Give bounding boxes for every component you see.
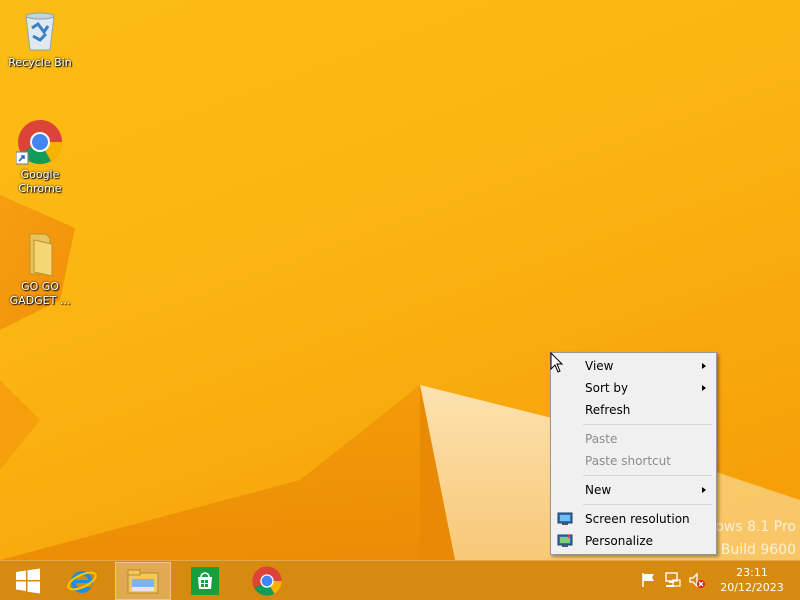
menu-separator (583, 504, 712, 505)
recycle-bin-icon (16, 6, 64, 54)
menu-item-label: Screen resolution (585, 512, 690, 526)
internet-explorer-icon (67, 571, 97, 593)
menu-item-label: Paste (585, 432, 618, 446)
screen-resolution-icon (557, 511, 573, 527)
windows-start-icon (16, 568, 40, 594)
menu-item-label: Personalize (585, 534, 654, 548)
menu-item-screen-resolution[interactable]: Screen resolution (553, 508, 714, 530)
volume-muted-icon[interactable] (688, 571, 706, 589)
menu-item-refresh[interactable]: Refresh (553, 399, 714, 421)
menu-item-label: View (585, 359, 614, 373)
clock-date: 20/12/2023 (720, 581, 784, 594)
desktop-icon-google-chrome[interactable]: Google Chrome (2, 118, 78, 196)
submenu-arrow-icon (702, 363, 706, 369)
personalize-icon (557, 533, 573, 549)
menu-item-sort-by[interactable]: Sort by (553, 377, 714, 399)
desktop-icon-label: Google Chrome (18, 168, 62, 195)
taskbar-chrome[interactable] (239, 562, 295, 600)
menu-item-label: Refresh (585, 403, 631, 417)
taskbar-internet-explorer[interactable] (54, 562, 110, 600)
menu-item-paste-shortcut[interactable]: Paste shortcut (553, 450, 714, 472)
submenu-arrow-icon (702, 487, 706, 493)
menu-item-label: New (585, 483, 612, 497)
menu-item-label: Paste shortcut (585, 454, 671, 468)
action-center-flag-icon[interactable] (640, 571, 658, 589)
menu-separator (583, 424, 712, 425)
clock-time: 23:11 (736, 566, 768, 579)
desktop-icon-go-go-gadget[interactable]: GO GO GADGET ... (2, 230, 78, 308)
start-button[interactable] (0, 562, 56, 600)
submenu-arrow-icon (702, 385, 706, 391)
network-icon[interactable] (664, 571, 682, 589)
taskbar-clock[interactable]: 23:11 20/12/2023 (716, 565, 788, 595)
chrome-icon (15, 118, 64, 166)
menu-item-label: Sort by (585, 381, 629, 395)
menu-item-new[interactable]: New (553, 479, 714, 501)
desktop-icon-label: GO GO GADGET ... (9, 280, 71, 307)
menu-item-personalize[interactable]: Personalize (553, 530, 714, 552)
taskbar-file-explorer[interactable] (115, 562, 171, 600)
desktop-context-menu: View Sort by Refresh Paste Paste shortcu… (550, 352, 717, 555)
menu-separator (583, 475, 712, 476)
file-explorer-icon (127, 569, 159, 594)
chrome-icon (252, 566, 282, 596)
store-icon (191, 567, 219, 595)
desktop-icon-label: Recycle Bin (8, 56, 72, 69)
taskbar-store[interactable] (177, 562, 233, 600)
mouse-cursor-icon (550, 352, 564, 373)
menu-item-view[interactable]: View (553, 355, 714, 377)
desktop-icon-recycle-bin[interactable]: Recycle Bin (2, 6, 78, 70)
menu-item-paste[interactable]: Paste (553, 428, 714, 450)
folder-icon (16, 230, 64, 278)
